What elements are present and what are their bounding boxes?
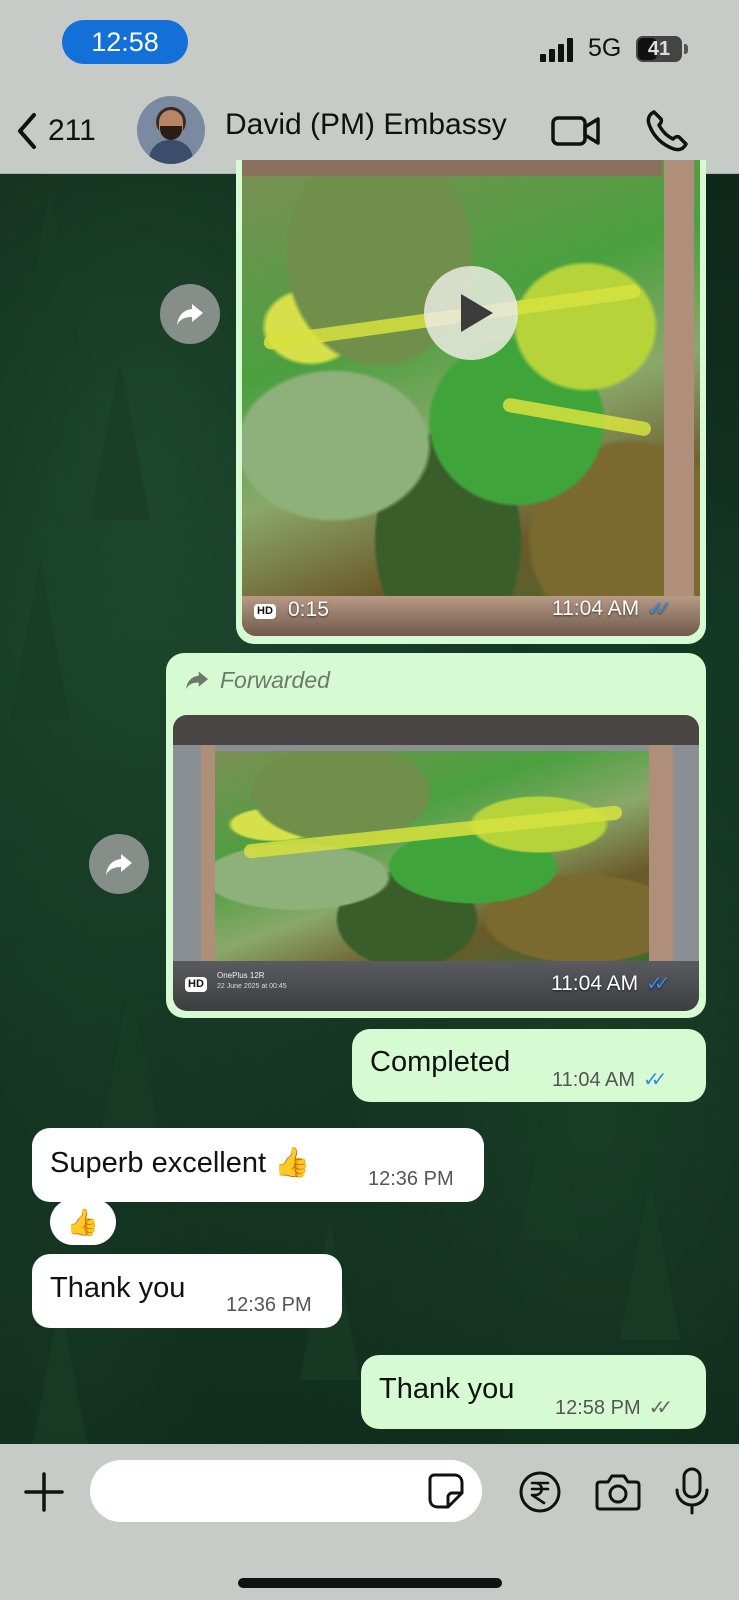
forward-arrow-icon <box>177 304 203 325</box>
home-indicator[interactable] <box>238 1578 502 1588</box>
message-composer <box>0 1444 739 1600</box>
avatar[interactable] <box>137 96 205 164</box>
message-text: Thank you <box>50 1272 186 1304</box>
message-time: 11:04 AM ✓✓ <box>552 597 671 620</box>
superb-message-bubble[interactable]: Superb excellent 👍 12:36 PM <box>32 1128 484 1202</box>
message-time: 12:58 PM ✓✓ <box>555 1397 673 1419</box>
wallpaper-tree <box>10 560 70 720</box>
forward-arrow-icon <box>106 854 132 875</box>
watermark-date: 22 June 2025 at 00:45 <box>217 983 287 990</box>
message-time: 12:36 PM <box>368 1168 454 1190</box>
message-text: Superb excellent 👍 <box>50 1147 311 1179</box>
forwarded-message-bubble[interactable]: Forwarded HD OnePlus 12R 22 June 2025 at… <box>166 653 706 1018</box>
forward-arrow-icon <box>186 671 208 690</box>
message-text: Thank you <box>379 1373 515 1405</box>
chevron-left-icon <box>18 113 36 149</box>
phone-icon <box>646 110 688 152</box>
message-time: 11:04 AM ✓✓ <box>552 1069 667 1091</box>
read-ticks-icon: ✓✓ <box>647 598 671 620</box>
sticker-icon[interactable] <box>426 1471 466 1511</box>
video-thumbnail[interactable]: HD 0:15 11:04 AM ✓✓ <box>242 160 700 636</box>
wallpaper-tree <box>20 190 80 350</box>
forward-button[interactable] <box>89 834 149 894</box>
network-type: 5G <box>588 34 622 62</box>
message-time: 11:04 AM ✓✓ <box>551 972 670 995</box>
contact-name[interactable]: David (PM) Embassy <box>225 108 507 142</box>
message-text: Completed <box>370 1046 511 1078</box>
play-button[interactable] <box>424 266 518 360</box>
voice-call-button[interactable] <box>642 106 692 156</box>
thank-you-out-bubble[interactable]: Thank you 12:58 PM ✓✓ <box>361 1355 706 1429</box>
hd-badge: HD <box>254 604 276 619</box>
message-input[interactable] <box>90 1460 482 1522</box>
forwarded-label: Forwarded <box>220 667 330 693</box>
message-time: 12:36 PM <box>226 1294 312 1316</box>
wallpaper-tree <box>520 1080 580 1240</box>
video-duration: 0:15 <box>288 598 329 621</box>
rupee-icon[interactable] <box>518 1470 562 1514</box>
microphone-icon[interactable] <box>672 1466 712 1516</box>
unread-count: 211 <box>48 114 96 147</box>
video-camera-icon <box>551 116 600 146</box>
read-ticks-icon: ✓✓ <box>643 1069 667 1091</box>
hd-badge: HD <box>185 977 207 992</box>
signal-icon <box>540 38 580 62</box>
status-bar: 12:58 5G 41 <box>0 0 739 88</box>
battery-level: 41 <box>647 38 671 60</box>
reaction-badge[interactable]: 👍 <box>50 1199 116 1245</box>
delivered-ticks-icon: ✓✓ <box>648 1397 673 1419</box>
image-thumbnail[interactable]: HD OnePlus 12R 22 June 2025 at 00:45 11:… <box>173 715 699 1011</box>
status-time: 12:58 <box>62 20 188 64</box>
wallpaper-tree <box>90 360 150 520</box>
wallpaper-tree <box>620 1180 680 1340</box>
forward-button[interactable] <box>160 284 220 344</box>
back-button[interactable]: 211 <box>14 110 96 152</box>
video-call-button[interactable] <box>550 106 600 156</box>
completed-message-bubble[interactable]: Completed 11:04 AM ✓✓ <box>352 1029 706 1102</box>
wallpaper-tree <box>100 980 160 1140</box>
read-ticks-icon: ✓✓ <box>646 973 670 995</box>
plus-icon[interactable] <box>22 1470 66 1514</box>
video-message-bubble[interactable]: HD 0:15 11:04 AM ✓✓ <box>236 160 706 644</box>
watermark-device: OnePlus 12R <box>217 971 265 980</box>
camera-icon[interactable] <box>594 1470 642 1514</box>
thank-you-in-bubble[interactable]: Thank you 12:36 PM <box>32 1254 342 1328</box>
battery-icon: 41 <box>636 36 688 62</box>
